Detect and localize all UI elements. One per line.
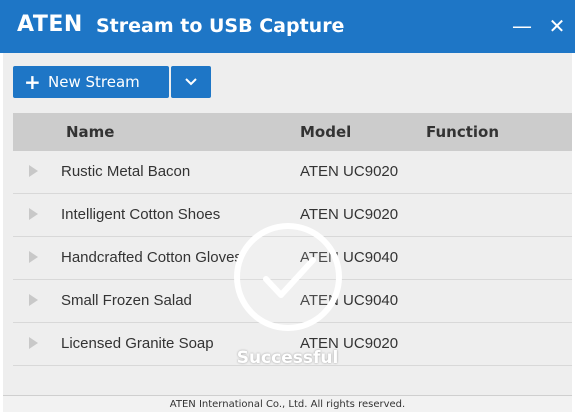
minimize-button[interactable]: —	[510, 14, 534, 38]
row-name: Intelligent Cotton Shoes	[61, 206, 221, 223]
plus-icon: +	[24, 70, 41, 94]
row-name: Licensed Granite Soap	[61, 335, 214, 352]
expand-arrow-icon[interactable]	[29, 337, 38, 349]
expand-arrow-icon[interactable]	[29, 251, 38, 263]
column-header-function[interactable]: Function	[426, 123, 499, 141]
expand-arrow-icon[interactable]	[29, 208, 38, 220]
new-stream-dropdown-button[interactable]	[171, 66, 211, 98]
row-name: Small Frozen Salad	[61, 292, 192, 309]
row-name: Rustic Metal Bacon	[61, 163, 191, 180]
footer-copyright: ATEN International Co., Ltd. All rights …	[3, 395, 572, 412]
expand-arrow-icon[interactable]	[29, 165, 38, 177]
checkmark-circle-icon	[234, 223, 342, 331]
close-button[interactable]: ✕	[545, 14, 569, 38]
success-overlay: Successful	[220, 207, 355, 377]
chevron-down-icon	[185, 78, 197, 86]
new-stream-label: New Stream	[48, 73, 140, 91]
row-name: Handcrafted Cotton Gloves	[61, 249, 242, 266]
success-label: Successful	[236, 348, 339, 368]
title-bar: ATEN Stream to USB Capture — ✕	[0, 0, 575, 53]
column-header-model[interactable]: Model	[300, 123, 351, 141]
table-row[interactable]: Rustic Metal Bacon ATEN UC9020	[13, 151, 572, 194]
column-header-name[interactable]: Name	[66, 123, 114, 141]
aten-logo: ATEN	[17, 12, 83, 37]
app-title: Stream to USB Capture	[96, 15, 345, 37]
table-header: Name Model Function	[13, 113, 572, 151]
expand-arrow-icon[interactable]	[29, 294, 38, 306]
new-stream-button[interactable]: + New Stream	[13, 66, 169, 98]
row-model: ATEN UC9020	[300, 163, 399, 180]
